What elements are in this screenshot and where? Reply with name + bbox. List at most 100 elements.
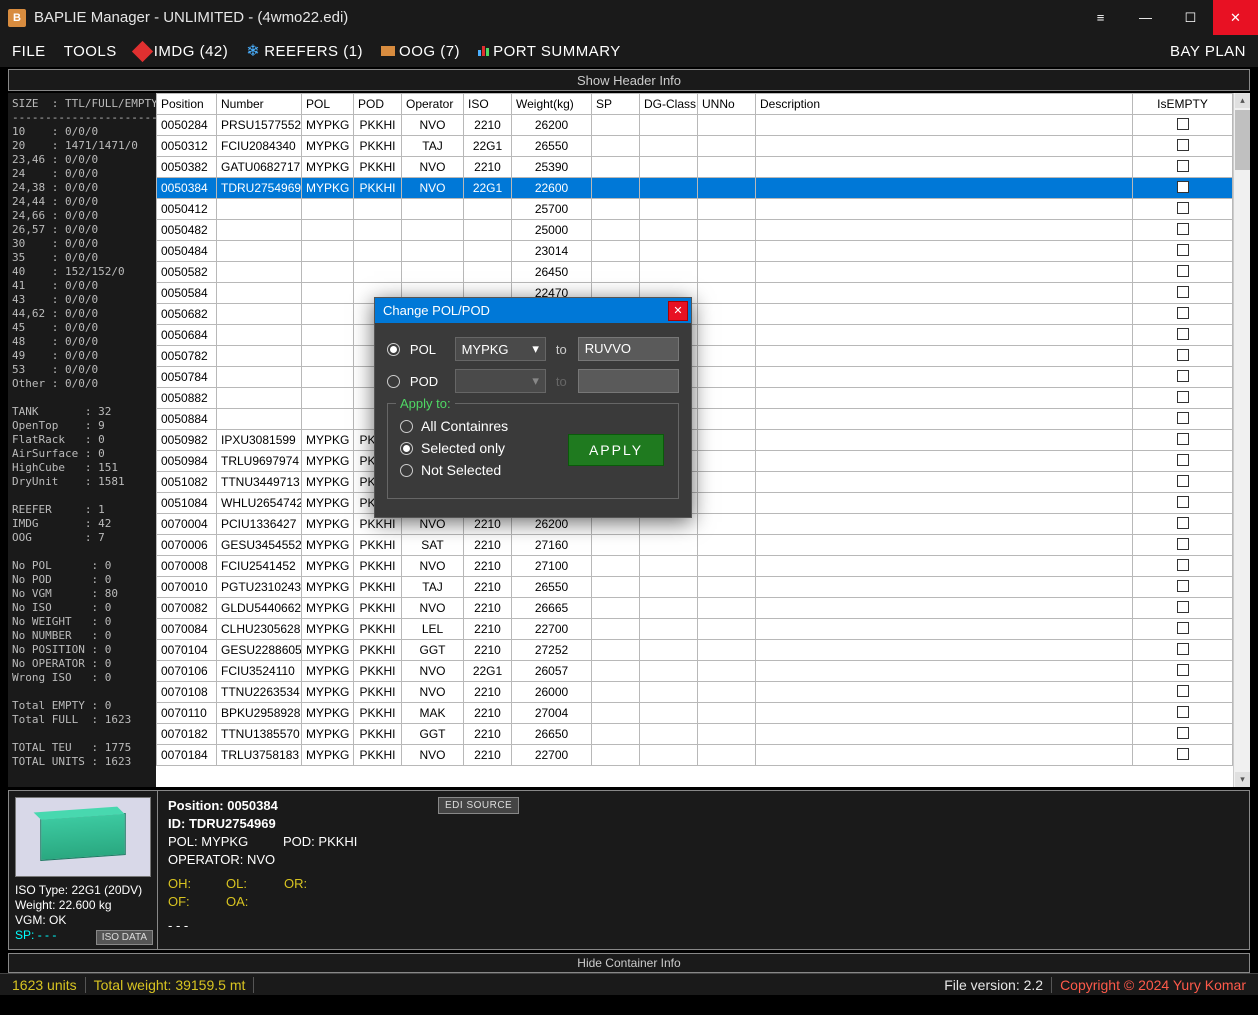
empty-checkbox[interactable] — [1177, 307, 1189, 319]
table-row[interactable]: 0070008FCIU2541452MYPKGPKKHINVO221027100 — [157, 556, 1233, 577]
empty-checkbox[interactable] — [1177, 223, 1189, 235]
close-button[interactable]: ✕ — [1213, 0, 1258, 35]
scroll-thumb[interactable] — [1235, 110, 1250, 170]
minimize-button[interactable]: — — [1123, 0, 1168, 35]
empty-checkbox[interactable] — [1177, 160, 1189, 172]
table-row[interactable]: 0070104GESU2288605MYPKGPKKHIGGT221027252 — [157, 640, 1233, 661]
col-header-desc[interactable]: Description — [756, 94, 1133, 115]
table-row[interactable]: 0050984TRLU9697974MYPKGPKKHINVO22G122600 — [157, 451, 1233, 472]
table-row[interactable]: 0070108TTNU2263534MYPKGPKKHINVO221026000 — [157, 682, 1233, 703]
hide-container-info-toggle[interactable]: Hide Container Info — [8, 953, 1250, 973]
col-header-iso[interactable]: ISO — [464, 94, 512, 115]
table-row[interactable]: 0051082TTNU3449713MYPKGPKKHINVO221026910 — [157, 472, 1233, 493]
window-menu-button[interactable]: ≡ — [1078, 0, 1123, 35]
empty-checkbox[interactable] — [1177, 370, 1189, 382]
col-header-op[interactable]: Operator — [402, 94, 464, 115]
empty-checkbox[interactable] — [1177, 622, 1189, 634]
menu-port-summary[interactable]: PORT SUMMARY — [478, 43, 621, 60]
table-row[interactable]: 0050982IPXU3081599MYPKGPKKHILEL221025900 — [157, 430, 1233, 451]
container-table-scroll[interactable]: PositionNumberPOLPODOperatorISOWeight(kg… — [156, 93, 1233, 787]
col-header-un[interactable]: UNNo — [698, 94, 756, 115]
not-selected-radio[interactable] — [400, 464, 413, 477]
col-header-pos[interactable]: Position — [157, 94, 217, 115]
col-header-sp[interactable]: SP — [592, 94, 640, 115]
pol-to-input[interactable]: RUVVO — [578, 337, 679, 361]
empty-checkbox[interactable] — [1177, 454, 1189, 466]
empty-checkbox[interactable] — [1177, 496, 1189, 508]
empty-checkbox[interactable] — [1177, 181, 1189, 193]
table-row[interactable]: 0070084CLHU2305628MYPKGPKKHILEL221022700 — [157, 619, 1233, 640]
selected-only-radio[interactable] — [400, 442, 413, 455]
table-row[interactable]: 005048423014 — [157, 241, 1233, 262]
empty-checkbox[interactable] — [1177, 538, 1189, 550]
table-row[interactable]: 005048225000 — [157, 220, 1233, 241]
table-row[interactable]: 0070082GLDU5440662MYPKGPKKHINVO221026665 — [157, 598, 1233, 619]
scroll-up-arrow[interactable]: ▴ — [1235, 93, 1250, 108]
empty-checkbox[interactable] — [1177, 139, 1189, 151]
apply-button[interactable]: APPLY — [568, 434, 664, 466]
table-row[interactable]: 0050284PRSU1577552MYPKGPKKHINVO221026200 — [157, 115, 1233, 136]
show-header-toggle[interactable]: Show Header Info — [8, 69, 1250, 91]
dialog-titlebar[interactable]: Change POL/POD ✕ — [375, 298, 691, 323]
empty-checkbox[interactable] — [1177, 202, 1189, 214]
table-row[interactable]: 0070010PGTU2310243MYPKGPKKHITAJ221026550 — [157, 577, 1233, 598]
table-row[interactable]: 0050384TDRU2754969MYPKGPKKHINVO22G122600 — [157, 178, 1233, 199]
empty-checkbox[interactable] — [1177, 244, 1189, 256]
table-row[interactable]: 0070184TRLU3758183MYPKGPKKHINVO221022700 — [157, 745, 1233, 766]
table-row[interactable]: 0070006GESU3454552MYPKGPKKHISAT221027160 — [157, 535, 1233, 556]
iso-data-button[interactable]: ISO DATA — [96, 930, 153, 945]
empty-checkbox[interactable] — [1177, 475, 1189, 487]
empty-checkbox[interactable] — [1177, 517, 1189, 529]
table-row[interactable]: 0070110BPKU2958928MYPKGPKKHIMAK221027004 — [157, 703, 1233, 724]
table-row[interactable]: 005041225700 — [157, 199, 1233, 220]
menu-imdg[interactable]: IMDG (42) — [135, 43, 229, 60]
empty-checkbox[interactable] — [1177, 685, 1189, 697]
pod-radio[interactable] — [387, 375, 400, 388]
empty-checkbox[interactable] — [1177, 727, 1189, 739]
table-row[interactable]: 005088418160 — [157, 409, 1233, 430]
edi-source-button[interactable]: EDI SOURCE — [438, 797, 519, 814]
table-row[interactable]: 0070182TTNU1385570MYPKGPKKHIGGT221026650 — [157, 724, 1233, 745]
pod-from-select[interactable]: ▾ — [455, 369, 546, 393]
empty-checkbox[interactable] — [1177, 265, 1189, 277]
empty-checkbox[interactable] — [1177, 349, 1189, 361]
empty-checkbox[interactable] — [1177, 643, 1189, 655]
table-row[interactable]: 0050312FCIU2084340MYPKGPKKHITAJ22G126550 — [157, 136, 1233, 157]
table-row[interactable]: 0070004PCIU1336427MYPKGPKKHINVO221026200 — [157, 514, 1233, 535]
table-row[interactable]: 0070106FCIU3524110MYPKGPKKHINVO22G126057 — [157, 661, 1233, 682]
table-row[interactable]: 005078226100 — [157, 346, 1233, 367]
col-header-pod[interactable]: POD — [354, 94, 402, 115]
empty-checkbox[interactable] — [1177, 391, 1189, 403]
empty-checkbox[interactable] — [1177, 433, 1189, 445]
empty-checkbox[interactable] — [1177, 559, 1189, 571]
scroll-down-arrow[interactable]: ▾ — [1235, 772, 1250, 787]
maximize-button[interactable]: ☐ — [1168, 0, 1213, 35]
empty-checkbox[interactable] — [1177, 286, 1189, 298]
col-header-emp[interactable]: IsEMPTY — [1133, 94, 1233, 115]
table-row[interactable]: 0050382GATU0682717MYPKGPKKHINVO221025390 — [157, 157, 1233, 178]
table-row[interactable]: 0051084WHLU2654742MYPKGPKKHILEL221022600 — [157, 493, 1233, 514]
empty-checkbox[interactable] — [1177, 412, 1189, 424]
empty-checkbox[interactable] — [1177, 601, 1189, 613]
menu-bay-plan[interactable]: BAY PLAN — [1170, 43, 1246, 60]
col-header-wt[interactable]: Weight(kg) — [512, 94, 592, 115]
table-row[interactable]: 005058226450 — [157, 262, 1233, 283]
empty-checkbox[interactable] — [1177, 580, 1189, 592]
menu-reefers[interactable]: ❄REEFERS (1) — [246, 41, 363, 61]
pod-to-input[interactable] — [578, 369, 679, 393]
empty-checkbox[interactable] — [1177, 664, 1189, 676]
vertical-scrollbar[interactable]: ▴ ▾ — [1233, 93, 1250, 787]
table-row[interactable]: 005078418120 — [157, 367, 1233, 388]
pol-from-select[interactable]: MYPKG▾ — [455, 337, 546, 361]
table-row[interactable]: 005068226000 — [157, 304, 1233, 325]
empty-checkbox[interactable] — [1177, 748, 1189, 760]
all-radio[interactable] — [400, 420, 413, 433]
menu-file[interactable]: FILE — [12, 43, 46, 60]
col-header-pol[interactable]: POL — [302, 94, 354, 115]
table-row[interactable]: 005058422470 — [157, 283, 1233, 304]
menu-oog[interactable]: OOG (7) — [381, 43, 460, 60]
table-row[interactable]: 005088223720 — [157, 388, 1233, 409]
empty-checkbox[interactable] — [1177, 706, 1189, 718]
table-row[interactable]: 005068426200 — [157, 325, 1233, 346]
empty-checkbox[interactable] — [1177, 118, 1189, 130]
